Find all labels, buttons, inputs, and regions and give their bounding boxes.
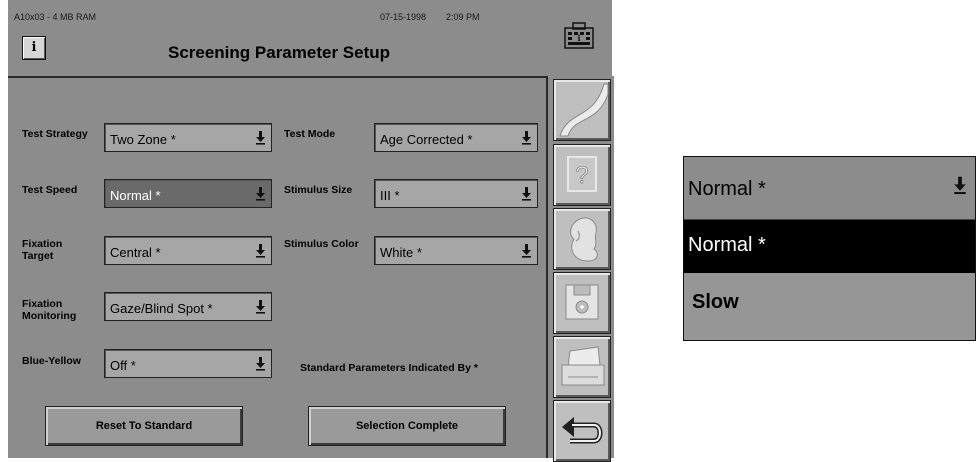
svg-text:?: ? (575, 162, 588, 189)
save-disk-icon (565, 284, 599, 320)
fixation-monitoring-dropdown[interactable]: Gaze/Blind Spot * (104, 292, 272, 321)
dropdown-arrow-icon (256, 187, 265, 201)
help-button[interactable]: ? (553, 144, 611, 206)
blue-yellow-label: Blue-Yellow (22, 355, 81, 367)
page-title: Screening Parameter Setup (167, 43, 391, 62)
stimulus-size-label: Stimulus Size (284, 184, 353, 196)
speed-option-normal-label: Normal * (688, 234, 766, 256)
dropdown-arrow-icon (256, 131, 265, 145)
test-speed-dropdown[interactable]: Normal * (104, 179, 272, 208)
dropdown-arrow-icon (522, 131, 531, 145)
fixation-monitoring-label: Fixation Monitoring (22, 298, 77, 322)
fixation-target-value: Central * (110, 245, 161, 260)
return-button[interactable] (553, 400, 611, 462)
dropdown-arrow-icon (256, 244, 265, 258)
help-icon: ? (567, 156, 597, 192)
dropdown-arrow-icon (954, 176, 966, 195)
return-arrow-icon (562, 417, 603, 444)
fixation-target-dropdown[interactable]: Central * (104, 236, 272, 265)
system-info: A10x03 - 4 MB RAM (14, 12, 97, 22)
date-display: 07-15-1998 (380, 12, 427, 22)
fixation-monitoring-value: Gaze/Blind Spot * (110, 301, 213, 316)
keyboard-icon[interactable]: i (562, 22, 596, 52)
test-strategy-label: Test Strategy (22, 128, 88, 140)
printer-icon (561, 346, 605, 386)
speed-dropdown-expanded: Normal * Normal * Slow (683, 156, 976, 341)
dropdown-arrow-icon (256, 300, 265, 314)
blue-yellow-value: Off * (110, 358, 136, 373)
fixation-target-label: Fixation Target (22, 238, 63, 262)
dropdown-arrow-icon (256, 357, 265, 371)
header-bar: A10x03 - 4 MB RAM 07-15-1998 2:09 PM i S… (8, 0, 594, 78)
patient-icon (570, 217, 598, 262)
save-button[interactable] (553, 272, 611, 334)
test-strategy-value: Two Zone * (110, 132, 176, 147)
time-display: 2:09 PM (446, 12, 480, 22)
speed-option-slow-label: Slow (692, 291, 739, 313)
svg-text:i: i (577, 33, 580, 43)
test-mode-label: Test Mode (284, 128, 336, 140)
stimulus-size-dropdown[interactable]: III * (374, 179, 538, 208)
blue-yellow-dropdown[interactable]: Off * (104, 349, 272, 378)
patient-button[interactable] (553, 208, 611, 270)
test-mode-dropdown[interactable]: Age Corrected * (374, 123, 538, 152)
standard-note: Standard Parameters Indicated By * (300, 362, 478, 374)
dropdown-arrow-icon (522, 244, 531, 258)
selection-complete-button[interactable]: Selection Complete (308, 406, 506, 446)
test-strategy-dropdown[interactable]: Two Zone * (104, 123, 272, 152)
test-speed-label: Test Speed (22, 184, 78, 196)
speed-dropdown-current: Normal * (688, 178, 766, 200)
stimulus-color-dropdown[interactable]: White * (374, 236, 538, 265)
curve-button[interactable] (553, 79, 611, 141)
curve-icon (559, 83, 609, 137)
print-button[interactable] (553, 336, 611, 398)
stimulus-color-value: White * (380, 245, 422, 260)
reset-to-standard-button[interactable]: Reset To Standard (45, 406, 243, 446)
test-speed-value: Normal * (110, 188, 161, 203)
stimulus-color-label: Stimulus Color (284, 238, 359, 250)
stimulus-size-value: III * (380, 188, 400, 203)
test-mode-value: Age Corrected * (380, 132, 473, 147)
speed-dropdown-header[interactable]: Normal * (684, 157, 975, 220)
speed-option-slow[interactable]: Slow (684, 274, 975, 340)
speed-option-normal[interactable]: Normal * (684, 220, 975, 273)
dropdown-arrow-icon (522, 187, 531, 201)
sidebar: ? (546, 76, 614, 462)
